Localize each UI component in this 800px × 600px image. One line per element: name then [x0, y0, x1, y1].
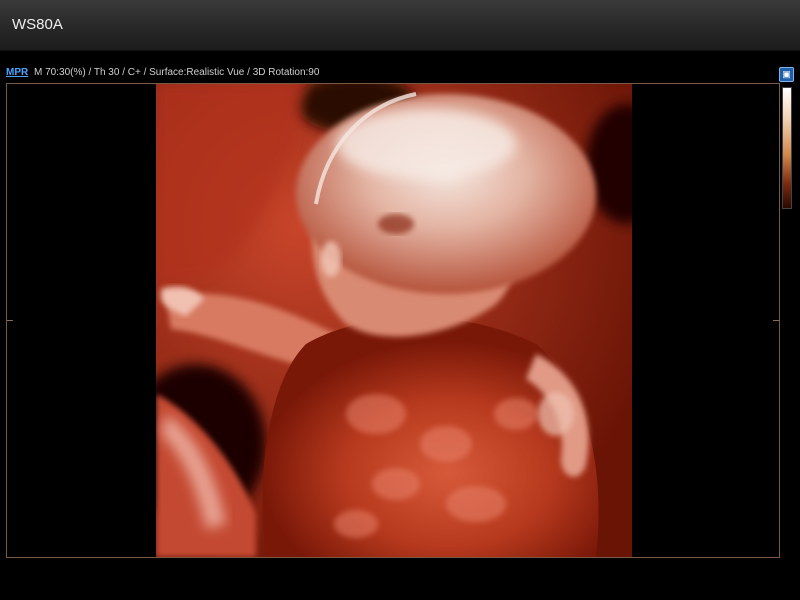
nose-highlight — [321, 241, 341, 277]
title-bar: WS80A — [0, 0, 800, 51]
eye-shadow — [378, 214, 414, 234]
color-scale-bar — [782, 87, 792, 209]
info-bar: MPR M 70:30(%) / Th 30 / C+ / Surface:Re… — [0, 64, 800, 82]
fetus-render-svg — [156, 84, 632, 557]
mpr-button[interactable]: MPR — [6, 64, 28, 82]
viewport-tick-right — [773, 320, 779, 321]
3d-viewport[interactable] — [6, 83, 780, 558]
layout-icon[interactable]: ▣ — [779, 67, 794, 82]
scan-parameters: M 70:30(%) / Th 30 / C+ / Surface:Realis… — [34, 67, 320, 78]
right-hand-shape — [538, 392, 574, 436]
viewport-tick-left — [7, 320, 13, 321]
app-title: WS80A — [12, 16, 63, 33]
volume-render-image[interactable] — [156, 84, 632, 557]
